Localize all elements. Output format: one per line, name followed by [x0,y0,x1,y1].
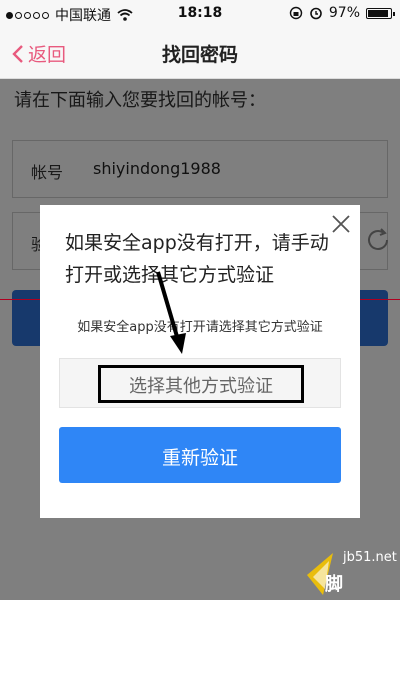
nav-bar: 返回 找回密码 [0,28,400,79]
alarm-icon [310,7,322,20]
reverify-button[interactable]: 重新验证 [59,427,341,483]
status-bar: 中国联通 18:18 97% [0,0,400,28]
choose-other-method-button[interactable]: 选择其他方式验证 [59,358,341,408]
rotation-lock-icon [289,6,303,20]
watermark-site: jb51.net [343,550,397,565]
verify-dialog: 如果安全app没有打开，请手动打开或选择其它方式验证 如果安全app没有打开请选… [40,205,360,518]
reverify-label: 重新验证 [161,447,238,469]
choose-other-method-label: 选择其他方式验证 [129,376,273,397]
dialog-subtitle: 如果安全app没有打开请选择其它方式验证 [77,320,323,335]
battery-icon [366,7,395,19]
dialog-title: 如果安全app没有打开，请手动打开或选择其它方式验证 [65,232,329,286]
battery-percent: 97% [328,5,360,21]
status-right: 97% [289,5,395,21]
watermark-brand: 脚本之家 [325,574,344,673]
page-title: 找回密码 [161,44,238,66]
